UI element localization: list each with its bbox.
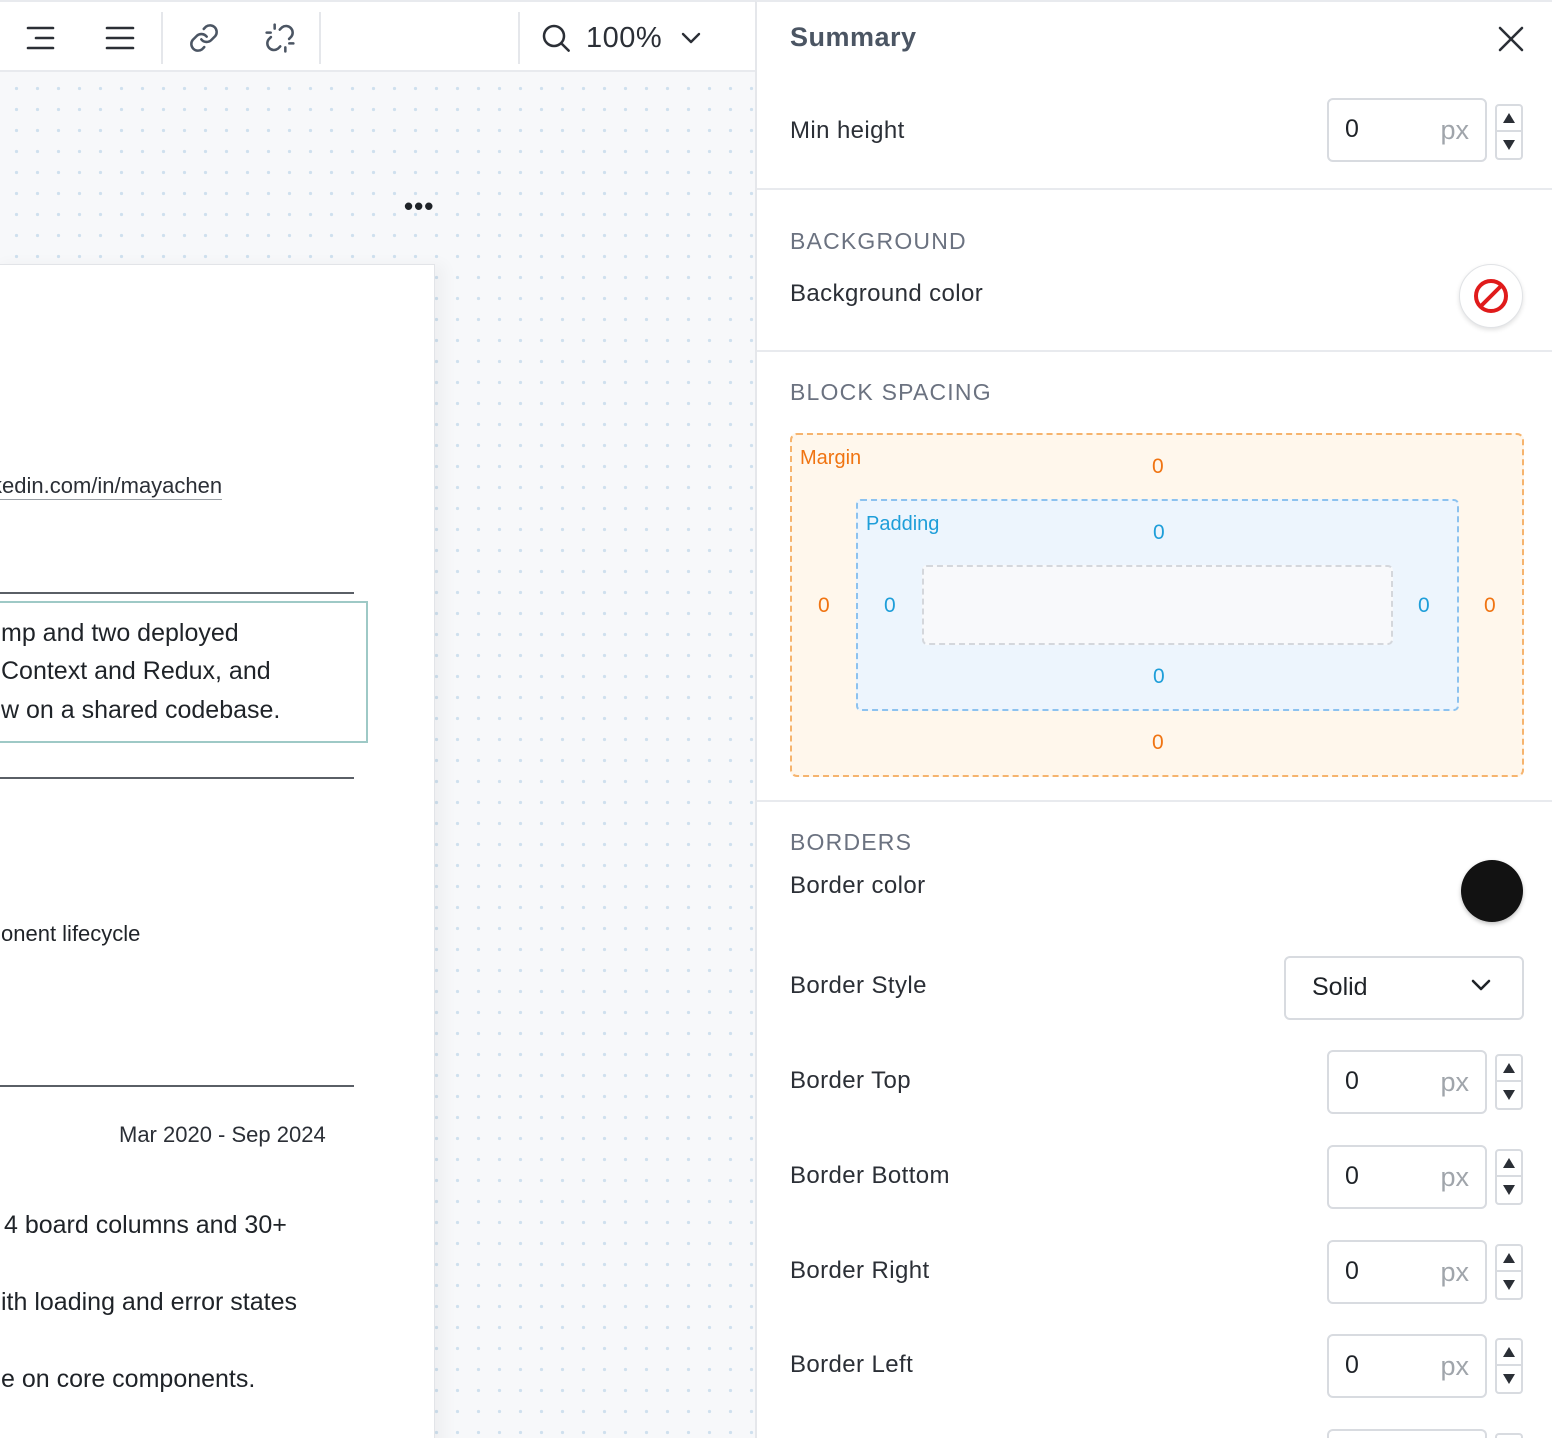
min-height-label: Min height [790,117,905,144]
no-color-icon [1472,277,1510,315]
border-style-select[interactable]: Solid [1284,956,1524,1020]
link-icon[interactable] [182,16,226,60]
block-spacing-section-title: BLOCK SPACING [790,379,992,405]
border-bottom-unit: px [1440,1162,1469,1192]
padding-right-value[interactable]: 0 [1418,594,1430,618]
border-style-label: Border Style [790,972,927,999]
zoom-level[interactable]: 100% [586,22,662,55]
padding-bottom-value[interactable]: 0 [1153,665,1165,689]
border-right-value[interactable]: 0 [1345,1257,1359,1286]
next-field-stepper[interactable] [1495,1433,1523,1438]
editor-canvas[interactable]: 100% ••• kedin.com/in/mayachen mp and tw… [0,0,755,1438]
border-left-unit: px [1440,1351,1469,1381]
border-bottom-value[interactable]: 0 [1345,1162,1359,1191]
border-top-value[interactable]: 0 [1345,1067,1359,1096]
border-top-stepper[interactable] [1495,1054,1523,1110]
job-bullet: ith loading and error states [1,1288,298,1316]
border-left-stepper[interactable] [1495,1338,1523,1394]
job-date-range: Mar 2020 - Sep 2024 [119,1122,326,1147]
margin-left-value[interactable]: 0 [818,594,830,618]
padding-label: Padding [866,513,940,535]
margin-right-value[interactable]: 0 [1484,594,1496,618]
border-right-unit: px [1440,1257,1469,1287]
border-left-value[interactable]: 0 [1345,1351,1359,1380]
margin-box: Margin 0 0 0 0 Padding 0 0 0 0 [790,433,1524,777]
border-style-value[interactable]: Solid [1312,973,1368,1002]
next-field-input[interactable] [1327,1429,1487,1438]
min-height-value[interactable]: 0 [1345,115,1359,144]
background-color-label: Background color [790,280,984,307]
close-icon[interactable] [1494,22,1528,56]
zoom-control[interactable]: 100% [540,16,702,60]
zoom-icon[interactable] [540,22,572,54]
padding-left-value[interactable]: 0 [884,594,896,618]
panel-title: Summary [790,22,917,52]
more-options-icon[interactable]: ••• [404,193,434,219]
chevron-down-icon[interactable] [1470,978,1492,992]
stepper-down-icon[interactable] [1497,132,1521,158]
margin-top-value[interactable]: 0 [1152,455,1164,479]
document-page[interactable]: kedin.com/in/mayachen mp and two deploye… [0,264,435,1438]
border-top-label: Border Top [790,1067,911,1094]
padding-top-value[interactable]: 0 [1153,521,1165,545]
section-rule [0,1085,354,1087]
border-color-swatch[interactable] [1461,860,1523,922]
border-right-input[interactable]: 0 px [1327,1240,1487,1304]
toolbar-divider [518,12,520,64]
summary-line: Context and Redux, and [1,657,271,685]
border-color-label: Border color [790,872,926,899]
borders-section-title: BORDERS [790,829,913,855]
border-left-input[interactable]: 0 px [1327,1334,1487,1398]
margin-label: Margin [800,447,862,469]
stepper-up-icon[interactable] [1497,106,1521,132]
section-rule [0,777,354,779]
stepper-up-icon[interactable] [1497,1056,1521,1082]
stepper-down-icon[interactable] [1497,1272,1521,1298]
skill-line: onent lifecycle [1,921,141,946]
content-box [922,565,1393,645]
summary-line: mp and two deployed [1,619,239,647]
stepper-up-icon[interactable] [1497,1151,1521,1177]
stepper-up-icon[interactable] [1497,1340,1521,1366]
border-bottom-input[interactable]: 0 px [1327,1145,1487,1209]
toolbar-divider [161,12,163,64]
properties-panel: Summary Min height 0 px BACKGROUND Backg… [755,0,1552,1438]
section-divider [757,800,1552,802]
border-top-unit: px [1440,1067,1469,1097]
job-bullet: e on core components. [1,1365,256,1393]
padding-box: Padding 0 0 0 0 [856,499,1459,711]
stepper-up-icon[interactable] [1497,1246,1521,1272]
border-top-input[interactable]: 0 px [1327,1050,1487,1114]
job-bullet: 4 board columns and 30+ [4,1211,287,1239]
margin-bottom-value[interactable]: 0 [1152,731,1164,755]
background-section-title: BACKGROUND [790,228,967,254]
border-bottom-stepper[interactable] [1495,1149,1523,1205]
toolbar-divider [319,12,321,64]
stepper-down-icon[interactable] [1497,1177,1521,1203]
linkedin-link[interactable]: kedin.com/in/mayachen [0,473,223,500]
stepper-down-icon[interactable] [1497,1082,1521,1108]
summary-line: w on a shared codebase. [1,696,281,724]
align-right-icon[interactable] [18,16,62,60]
border-right-stepper[interactable] [1495,1244,1523,1300]
section-divider [757,188,1552,190]
min-height-input[interactable]: 0 px [1327,98,1487,162]
min-height-unit: px [1440,115,1469,145]
min-height-stepper[interactable] [1495,104,1523,160]
align-justify-icon[interactable] [98,16,142,60]
section-rule [0,592,354,594]
stepper-down-icon[interactable] [1497,1366,1521,1392]
chevron-down-icon[interactable] [680,31,702,45]
border-left-label: Border Left [790,1351,914,1378]
background-color-swatch[interactable] [1459,264,1523,328]
border-right-label: Border Right [790,1257,930,1284]
border-bottom-label: Border Bottom [790,1162,950,1189]
editor-toolbar: 100% [0,0,755,72]
unlink-icon[interactable] [258,16,302,60]
section-divider [757,350,1552,352]
